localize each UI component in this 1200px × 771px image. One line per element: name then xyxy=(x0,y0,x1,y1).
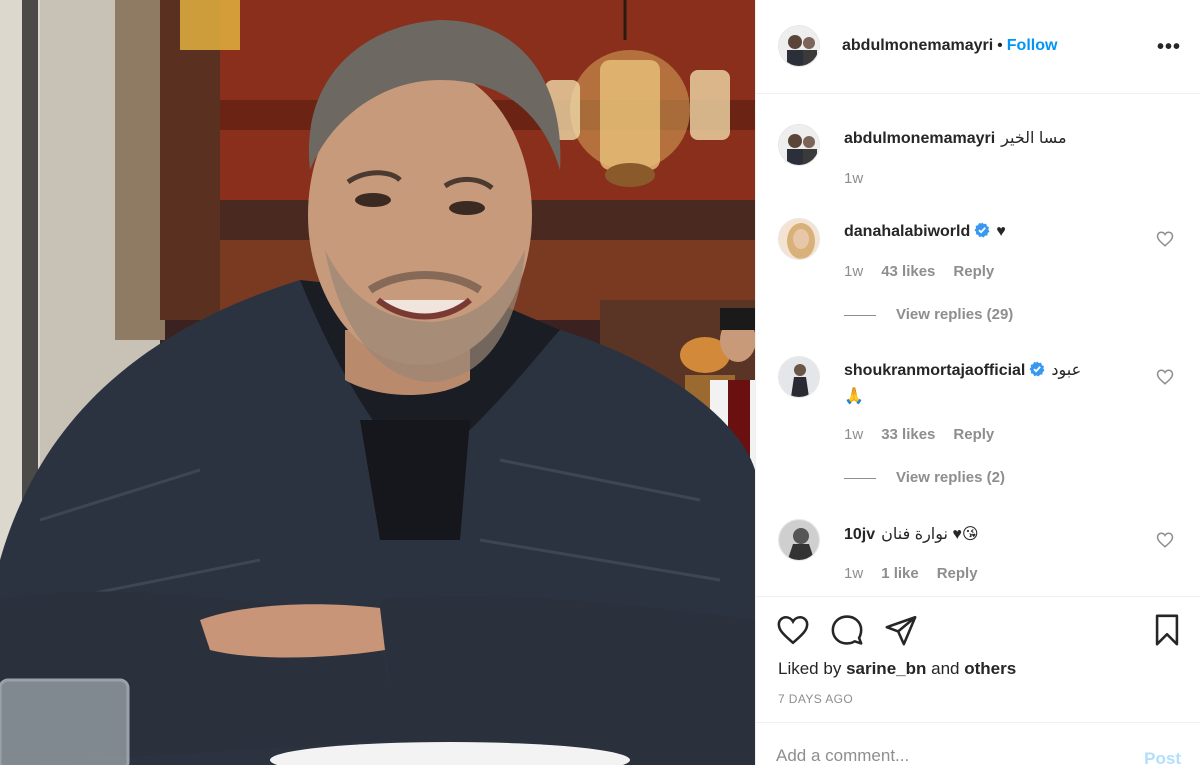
caption-meta: 1w xyxy=(844,170,881,187)
caption-text: مسا الخير xyxy=(1001,130,1067,147)
bookmark-icon[interactable] xyxy=(1150,613,1184,647)
comment-3: 10jv نوارة فنان ♥😘 xyxy=(844,524,979,544)
author-line: abdulmonemamayri • Follow xyxy=(842,37,1057,55)
post-button[interactable]: Post xyxy=(1144,749,1181,769)
verified-badge-icon xyxy=(974,222,990,238)
liked-by-and: and xyxy=(931,659,960,678)
view-replies-button[interactable]: View replies (2) xyxy=(844,469,1005,486)
liked-by-user[interactable]: sarine_bn xyxy=(846,659,926,678)
reply-button[interactable]: Reply xyxy=(937,565,978,582)
comment-icon[interactable] xyxy=(830,613,864,647)
avatar-image xyxy=(779,520,819,560)
caption-avatar[interactable] xyxy=(778,124,820,166)
avatar-image xyxy=(779,219,819,259)
verified-badge-icon xyxy=(1029,361,1045,377)
reply-button[interactable]: Reply xyxy=(953,263,994,280)
comment-avatar[interactable] xyxy=(778,356,820,398)
comment-2-meta: 1w 33 likes Reply xyxy=(844,426,1012,443)
comment-like-heart-icon[interactable] xyxy=(1156,531,1174,549)
comment-avatar[interactable] xyxy=(778,519,820,561)
divider-dash xyxy=(844,477,876,479)
comment-emoji: 🙏 xyxy=(844,388,864,405)
liked-by: Liked by sarine_bn and others xyxy=(778,659,1016,679)
caption-username[interactable]: abdulmonemamayri xyxy=(844,130,995,147)
author-avatar[interactable] xyxy=(778,25,820,67)
comment-likes[interactable]: 33 likes xyxy=(881,426,935,443)
liked-by-prefix: Liked by xyxy=(778,659,842,678)
divider-dash xyxy=(844,314,876,316)
post-date[interactable]: 7 DAYS AGO xyxy=(778,692,853,706)
comment-2-line-2: 🙏 xyxy=(844,386,864,406)
comment-username[interactable]: danahalabiworld xyxy=(844,223,970,240)
comment-3-meta: 1w 1 like Reply xyxy=(844,565,996,582)
caption: abdulmonemamayri مسا الخير xyxy=(844,128,1067,148)
comment-text: نوارة فنان ♥😘 xyxy=(881,526,979,543)
comment-text: ♥ xyxy=(996,223,1006,240)
liked-by-others[interactable]: others xyxy=(964,659,1016,678)
comment-input[interactable] xyxy=(776,741,1106,771)
caption-time[interactable]: 1w xyxy=(844,170,863,187)
post-image xyxy=(0,0,755,765)
comment-like-heart-icon[interactable] xyxy=(1156,230,1174,248)
comment-likes[interactable]: 1 like xyxy=(881,565,919,582)
reply-button[interactable]: Reply xyxy=(953,426,994,443)
comment-username[interactable]: shoukranmortajaofficial xyxy=(844,362,1025,379)
view-replies-button[interactable]: View replies (29) xyxy=(844,306,1013,323)
author-username[interactable]: abdulmonemamayri xyxy=(842,37,993,54)
more-options-icon[interactable]: ••• xyxy=(1157,36,1181,59)
comment-time[interactable]: 1w xyxy=(844,565,863,582)
comment-2: shoukranmortajaofficial عبود xyxy=(844,360,1081,380)
comment-1: danahalabiworld ♥ xyxy=(844,222,1006,241)
separator-dot: • xyxy=(997,37,1003,54)
follow-button[interactable]: Follow xyxy=(1007,37,1058,54)
post-photo[interactable] xyxy=(0,0,755,765)
comment-time[interactable]: 1w xyxy=(844,263,863,280)
comment-1-meta: 1w 43 likes Reply xyxy=(844,263,1012,280)
heart-icon[interactable] xyxy=(776,613,810,647)
post-header: abdulmonemamayri • Follow ••• xyxy=(756,0,1200,94)
add-comment-bar: Post xyxy=(756,722,1200,771)
comment-avatar[interactable] xyxy=(778,218,820,260)
comment-username[interactable]: 10jv xyxy=(844,526,875,543)
comment-time[interactable]: 1w xyxy=(844,426,863,443)
comment-likes[interactable]: 43 likes xyxy=(881,263,935,280)
action-bar: Liked by sarine_bn and others 7 DAYS AGO xyxy=(756,596,1200,722)
post-side-panel: abdulmonemamayri • Follow ••• abdulmonemam… xyxy=(755,0,1200,771)
avatar-image xyxy=(779,26,819,66)
comment-text: عبود xyxy=(1051,362,1082,379)
comment-like-heart-icon[interactable] xyxy=(1156,368,1174,386)
view-replies-label: View replies (29) xyxy=(896,306,1014,323)
avatar-image xyxy=(779,357,819,397)
avatar-image xyxy=(779,125,819,165)
share-icon[interactable] xyxy=(884,613,918,647)
view-replies-label: View replies (2) xyxy=(896,469,1005,486)
